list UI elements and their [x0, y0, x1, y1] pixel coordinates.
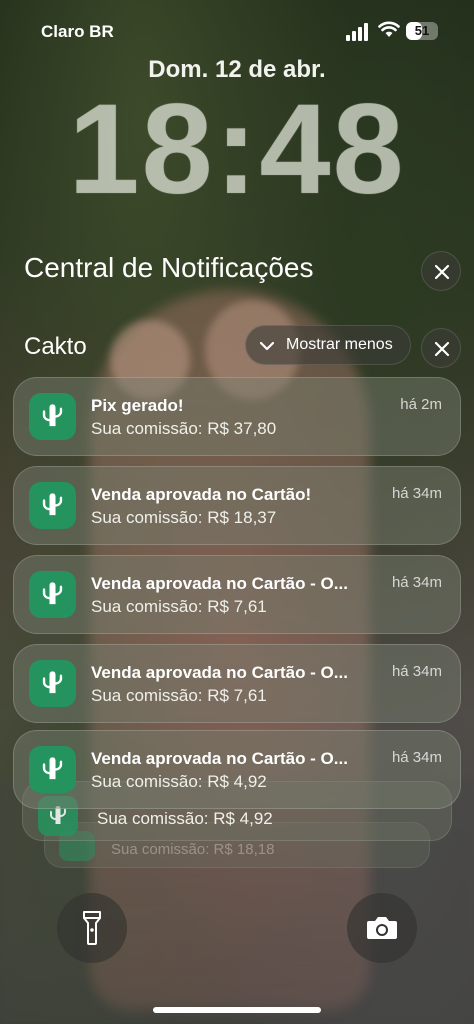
notification-card[interactable]: Venda aprovada no Cartão - O... Sua comi…	[13, 644, 461, 723]
notification-body: Sua comissão: R$ 7,61	[91, 597, 267, 616]
notification-title: Pix gerado!	[91, 396, 184, 415]
notification-body: Sua comissão: R$ 4,92	[97, 809, 273, 828]
battery-icon: 51	[406, 22, 438, 40]
close-icon	[434, 264, 450, 280]
notification-title: Venda aprovada no Cartão - O...	[91, 749, 348, 768]
carrier-label: Claro BR	[41, 22, 114, 41]
notification-time: há 34m	[391, 485, 442, 502]
home-indicator[interactable]	[153, 1007, 321, 1013]
flashlight-button[interactable]	[57, 893, 127, 963]
status-bar: Claro BR 51	[0, 0, 474, 60]
notification-card[interactable]: Venda aprovada no Cartão - O... Sua comi…	[13, 730, 461, 809]
notification-body: Sua comissão: R$ 18,37	[91, 508, 277, 527]
notification-body: Sua comissão: R$ 4,92	[91, 772, 267, 791]
lock-time: 18:48	[68, 78, 406, 221]
notification-card[interactable]: Venda aprovada no Cartão - O... Sua comi…	[13, 555, 461, 634]
close-icon	[434, 341, 450, 357]
signal-icon	[346, 23, 368, 41]
cactus-icon	[29, 393, 76, 440]
notification-center-title: Central de Notificações	[24, 252, 314, 283]
notification-body: Sua comissão: R$ 37,80	[91, 419, 277, 438]
cactus-icon	[29, 482, 76, 529]
notification-card[interactable]: Venda aprovada no Cartão! Sua comissão: …	[13, 466, 461, 545]
notification-title: Venda aprovada no Cartão!	[91, 485, 312, 504]
cactus-icon	[29, 660, 76, 707]
cactus-icon	[29, 746, 76, 793]
notification-time: há 34m	[391, 574, 442, 591]
show-less-button[interactable]: Mostrar menos	[245, 325, 411, 365]
clear-group-button[interactable]	[421, 328, 461, 368]
show-less-label: Mostrar menos	[286, 336, 393, 353]
notification-time: há 34m	[391, 749, 442, 766]
notification-time: há 34m	[391, 663, 442, 680]
notification-title: Venda aprovada no Cartão - O...	[91, 574, 348, 593]
notification-body: Sua comissão: R$ 7,61	[91, 686, 267, 705]
notification-body: Sua comissão: R$ 18,18	[111, 841, 275, 858]
notification-card[interactable]: Pix gerado! Sua comissão: R$ 37,80 há 2m	[13, 377, 461, 456]
wifi-icon	[378, 21, 400, 37]
camera-icon	[367, 917, 397, 939]
cactus-icon	[29, 571, 76, 618]
flashlight-icon	[83, 911, 101, 945]
battery-level: 51	[414, 23, 430, 38]
notification-time: há 2m	[400, 396, 442, 413]
chevron-down-icon	[260, 341, 274, 351]
clear-all-button[interactable]	[421, 251, 461, 291]
camera-button[interactable]	[347, 893, 417, 963]
group-app-name: Cakto	[24, 333, 87, 360]
notification-title: Venda aprovada no Cartão - O...	[91, 663, 348, 682]
